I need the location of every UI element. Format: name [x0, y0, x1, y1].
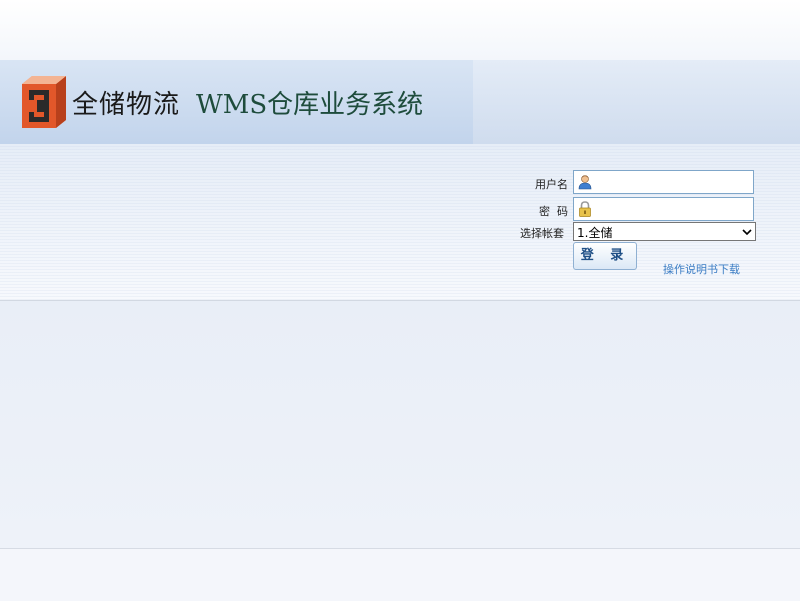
account-set-label: 选择帐套: [520, 227, 564, 240]
header-banner: 全储物流 WMS仓库业务系统: [0, 60, 800, 144]
password-field[interactable]: [573, 197, 754, 221]
username-field[interactable]: [573, 170, 754, 194]
account-set-value: 1.全储: [577, 226, 613, 240]
system-title: WMS仓库业务系统: [196, 90, 424, 120]
header-right-panel: [473, 60, 800, 144]
lock-icon: [579, 201, 591, 217]
login-button[interactable]: 登 录: [573, 242, 637, 270]
footer: [0, 548, 800, 601]
top-blank-area: [0, 0, 800, 60]
account-set-select[interactable]: 1.全储: [573, 222, 756, 241]
company-logo-icon: [22, 76, 66, 128]
chevron-down-icon: [742, 229, 752, 236]
user-icon: [578, 175, 592, 190]
manual-download-link[interactable]: 操作说明书下载: [663, 261, 740, 277]
company-name: 全储物流: [72, 90, 181, 120]
password-input[interactable]: [596, 200, 754, 220]
username-label: 用户名: [535, 178, 568, 191]
username-input[interactable]: [596, 173, 754, 193]
password-label: 密 码: [539, 205, 568, 218]
content-area: [0, 301, 800, 548]
